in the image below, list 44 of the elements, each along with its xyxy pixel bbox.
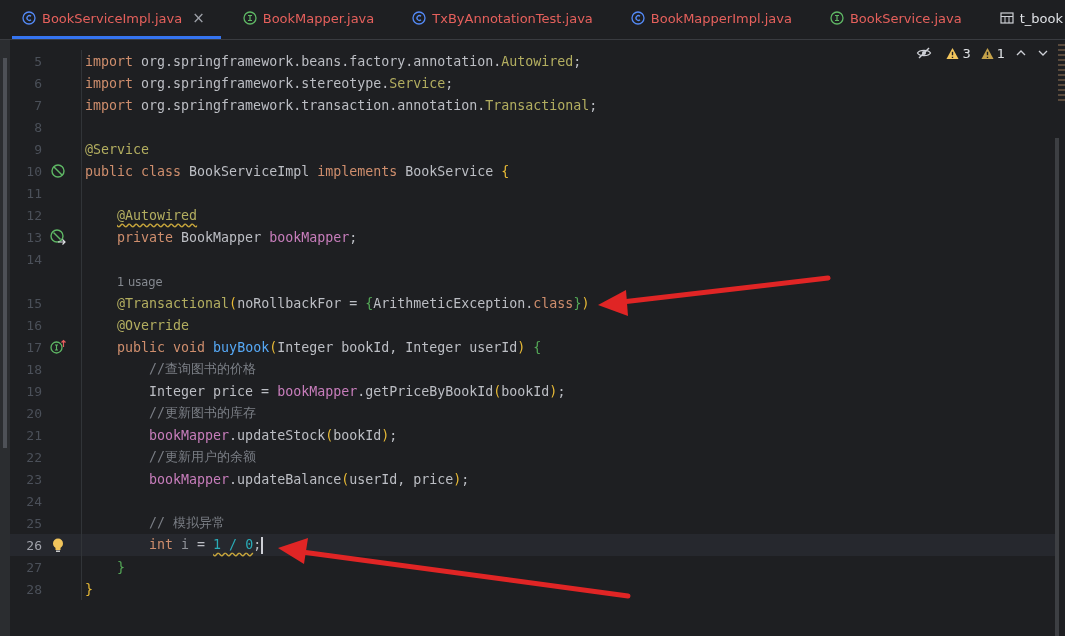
code-line: int i = 1 / 0; — [148, 537, 264, 552]
code-line: bookMapper.updateBalance(userId, price); — [148, 471, 470, 487]
code-line: import org.springframework.stereotype.Service; — [85, 75, 454, 91]
code-line: //更新图书的库存 — [148, 405, 257, 420]
table-icon — [999, 11, 1014, 25]
class-icon — [22, 11, 36, 25]
line-number: 26 — [25, 537, 42, 553]
code-line: Integer price = bookMapper.getPriceByBookId(bookId); — [148, 383, 566, 399]
code-line: import org.springframework.beans.factory.annotation.Autowired; — [85, 53, 582, 69]
editor-tab[interactable]: t_book — [989, 0, 1065, 39]
bean-icon[interactable] — [50, 163, 66, 179]
code-line: //查询图书的价格 — [148, 361, 257, 376]
implements-icon[interactable] — [50, 339, 66, 355]
class-icon — [630, 11, 645, 25]
code-line: } — [85, 581, 93, 597]
warnings-count[interactable]: 3 — [946, 45, 971, 61]
usage-hint[interactable]: 1 usage — [117, 274, 163, 289]
code-line: } — [116, 559, 126, 575]
error-stripe-marks — [1058, 44, 1065, 104]
code-line: @Transactional(noRollbackFor = {ArithmeticException.class}) — [116, 295, 590, 311]
code-line: private BookMapper bookMapper; — [116, 229, 358, 245]
code-line: public class BookServiceImpl implements BookService { — [85, 163, 510, 179]
editor-tab[interactable]: BookService.java — [819, 0, 978, 39]
editor-tab[interactable]: BookMapperImpl.java — [620, 0, 808, 39]
code-line: @Service — [85, 141, 150, 157]
close-button[interactable]: × — [192, 9, 205, 27]
code-line: @Override — [116, 317, 190, 333]
lightbulb-icon[interactable] — [50, 537, 66, 553]
interface-icon — [242, 11, 257, 25]
code-line: //更新用户的余额 — [148, 449, 257, 464]
code-line: import org.springframework.transaction.annotation.Transactional; — [85, 97, 598, 113]
scrollbar[interactable] — [3, 58, 7, 448]
weak-warnings-count[interactable]: 1 — [980, 45, 1005, 61]
eye-crossed-icon[interactable] — [916, 45, 933, 61]
code-line: public void buyBook(Integer bookId, Integer userId) { — [116, 339, 542, 355]
scrollbar[interactable] — [1055, 138, 1059, 636]
code-line: @Autowired — [116, 207, 198, 223]
code-line: // 模拟异常 — [148, 515, 226, 530]
editor-tab[interactable]: TxByAnnotationTest.java — [402, 0, 609, 39]
class-icon — [412, 11, 427, 25]
code-line: bookMapper.updateStock(bookId); — [148, 427, 398, 443]
interface-icon — [829, 11, 844, 25]
editor-tab[interactable]: BookServiceImpl.java × — [12, 0, 221, 39]
editor-tab[interactable]: BookMapper.java — [232, 0, 391, 39]
